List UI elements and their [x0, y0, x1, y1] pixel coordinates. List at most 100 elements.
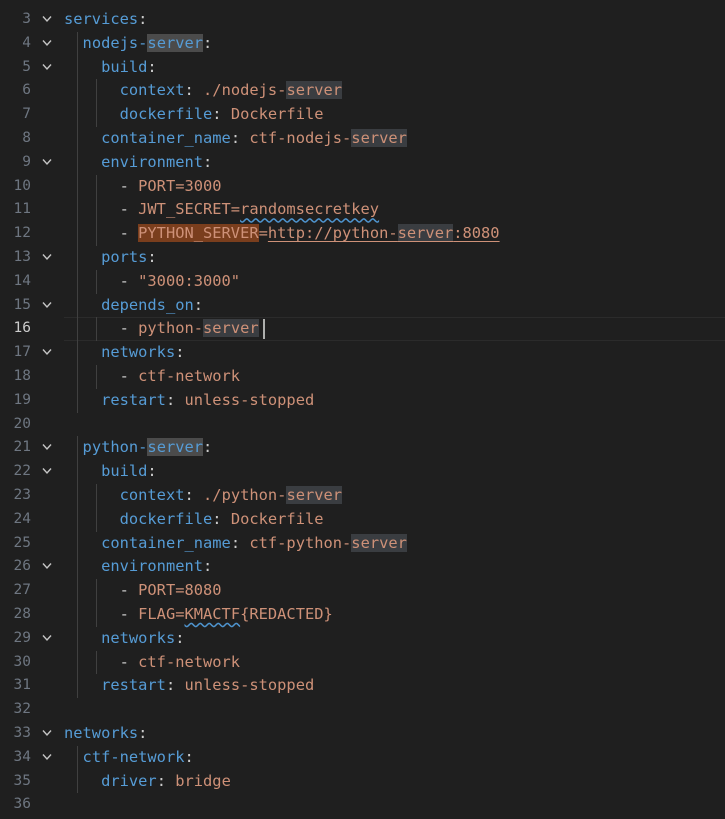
- chevron-down-icon[interactable]: [42, 729, 52, 738]
- code-line[interactable]: 23 context: ./python-server: [0, 484, 725, 508]
- code-text: ctf-network:: [64, 746, 194, 770]
- code-token: unless-stopped: [184, 390, 315, 409]
- chevron-down-icon[interactable]: [42, 39, 52, 48]
- code-token: networks: [101, 628, 176, 647]
- code-text: - python-server: [64, 317, 259, 341]
- code-text: context: ./python-server: [64, 484, 343, 508]
- code-line[interactable]: 4 nodejs-server:: [0, 32, 725, 56]
- line-number: 10: [13, 177, 31, 194]
- line-number: 15: [13, 296, 31, 313]
- code-line[interactable]: 33 networks:: [0, 722, 725, 746]
- code-line[interactable]: 17 networks:: [0, 341, 725, 365]
- code-token: ctf-network: [138, 652, 241, 671]
- code-token: :: [165, 390, 185, 409]
- chevron-down-icon[interactable]: [42, 443, 52, 452]
- code-line[interactable]: 19 restart: unless-stopped: [0, 389, 725, 413]
- code-token: unless-stopped: [184, 676, 315, 695]
- code-line[interactable]: 29 networks:: [0, 627, 725, 651]
- code-line[interactable]: 21 python-server:: [0, 436, 725, 460]
- code-text: networks:: [64, 627, 184, 651]
- code-text: restart: unless-stopped: [64, 389, 314, 413]
- code-line[interactable]: 34 ctf-network:: [0, 746, 725, 770]
- code-line[interactable]: 10 - PORT=3000: [0, 175, 725, 199]
- code-token: :: [147, 462, 157, 481]
- code-line[interactable]: 22 build:: [0, 460, 725, 484]
- code-line[interactable]: 3 services:: [0, 8, 725, 32]
- code-token: :: [156, 771, 176, 790]
- code-text: - "3000:3000": [64, 270, 240, 294]
- chevron-down-icon[interactable]: [42, 253, 52, 262]
- code-text: - JWT_SECRET=randomsecretkey: [64, 198, 379, 222]
- code-token: :: [165, 676, 185, 695]
- code-line[interactable]: 18 - ctf-network: [0, 365, 725, 389]
- code-token: :: [175, 343, 185, 362]
- code-text: environment:: [64, 151, 212, 175]
- code-token: -: [64, 605, 139, 623]
- code-line[interactable]: 30 - ctf-network: [0, 651, 725, 675]
- chevron-down-icon[interactable]: [42, 63, 52, 72]
- code-line[interactable]: 15 depends_on:: [0, 294, 725, 318]
- code-line[interactable]: 20: [0, 413, 725, 437]
- code-token: server: [147, 438, 204, 457]
- chevron-down-icon[interactable]: [42, 562, 52, 571]
- line-number: 21: [13, 439, 31, 456]
- code-token: PORT=8080: [138, 581, 222, 600]
- line-number: 31: [13, 677, 31, 694]
- line-number: 33: [13, 725, 31, 741]
- code-token: FLAG=: [138, 605, 185, 623]
- line-number: 20: [13, 415, 31, 432]
- line-number: 9: [22, 153, 31, 170]
- code-line[interactable]: 7 dockerfile: Dockerfile: [0, 103, 725, 127]
- code-token: :: [212, 509, 231, 528]
- code-line[interactable]: 35 driver: bridge: [0, 770, 725, 794]
- code-line[interactable]: 16 - python-server: [0, 317, 725, 341]
- chevron-down-icon[interactable]: [42, 348, 52, 357]
- code-text: - ctf-network: [64, 365, 240, 389]
- code-line[interactable]: 6 context: ./nodejs-server: [0, 79, 725, 103]
- line-number: 36: [13, 796, 31, 813]
- code-line[interactable]: 24 dockerfile: Dockerfile: [0, 508, 725, 532]
- chevron-down-icon[interactable]: [42, 15, 52, 24]
- code-token: ports: [101, 248, 148, 266]
- code-token: services: [64, 10, 139, 28]
- code-line[interactable]: 32: [0, 698, 725, 722]
- code-text: depends_on:: [64, 294, 203, 318]
- code-token: :: [203, 557, 213, 576]
- chevron-down-icon[interactable]: [42, 467, 52, 476]
- code-line[interactable]: 9 environment:: [0, 151, 725, 175]
- code-token: bridge: [175, 771, 231, 790]
- code-token: :: [147, 57, 157, 76]
- code-line[interactable]: 26 environment:: [0, 555, 725, 579]
- code-line[interactable]: 8 container_name: ctf-nodejs-server: [0, 127, 725, 151]
- code-token: ctf-python-: [249, 533, 352, 552]
- code-line[interactable]: 5 build:: [0, 56, 725, 80]
- code-line[interactable]: 27 - PORT=8080: [0, 579, 725, 603]
- code-text: build:: [64, 56, 157, 80]
- line-number: 26: [13, 558, 31, 575]
- code-token: ./python-: [203, 486, 287, 504]
- code-token: restart: [101, 390, 166, 409]
- code-line[interactable]: 28 - FLAG=KMACTF{REDACTED}: [0, 603, 725, 627]
- code-line[interactable]: 13 ports:: [0, 246, 725, 270]
- code-token: build: [101, 462, 148, 481]
- line-number: 19: [13, 391, 31, 408]
- code-text: driver: bridge: [64, 770, 231, 794]
- line-number: 24: [13, 510, 31, 527]
- code-editor[interactable]: 3 services: 4 nodejs-server: 5 build: 6 cont…: [0, 0, 725, 819]
- chevron-down-icon[interactable]: [42, 158, 52, 167]
- code-line[interactable]: 11 - JWT_SECRET=randomsecretkey: [0, 198, 725, 222]
- code-line[interactable]: 25 container_name: ctf-python-server: [0, 532, 725, 556]
- code-line[interactable]: 31 restart: unless-stopped: [0, 674, 725, 698]
- code-line[interactable]: 12 - PYTHON_SERVER=http://python-server:…: [0, 222, 725, 246]
- code-text: python-server:: [64, 436, 212, 460]
- chevron-down-icon[interactable]: [42, 753, 52, 762]
- chevron-down-icon[interactable]: [42, 301, 52, 310]
- line-number: 32: [13, 701, 31, 718]
- code-line[interactable]: 14 - "3000:3000": [0, 270, 725, 294]
- code-token: context: [119, 81, 185, 100]
- code-line[interactable]: 36: [0, 793, 725, 817]
- code-token: server: [147, 33, 204, 52]
- chevron-down-icon[interactable]: [42, 634, 52, 643]
